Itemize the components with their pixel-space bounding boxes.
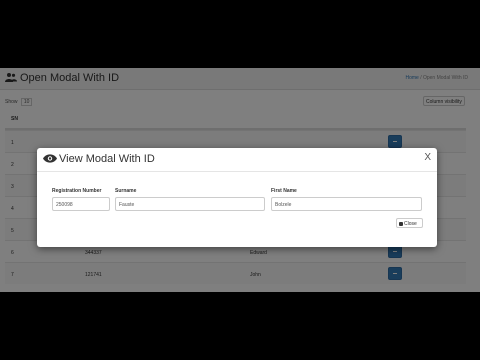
- surname-label: Surname: [115, 188, 137, 194]
- first-name-field[interactable]: Bolzele: [271, 197, 422, 211]
- registration-number-label: Registration Number: [52, 188, 102, 194]
- modal-title: View Modal With ID: [43, 153, 155, 165]
- first-name-label: First Name: [271, 188, 297, 194]
- remove-icon: [399, 222, 403, 226]
- app-window: Open Modal With ID Home / Open Modal Wit…: [0, 68, 480, 292]
- modal-close-x[interactable]: X: [424, 152, 431, 163]
- close-button[interactable]: Close: [396, 218, 423, 228]
- eye-icon: [43, 154, 57, 163]
- view-modal: View Modal With ID X Registration Number…: [37, 148, 437, 247]
- modal-header: View Modal With ID X: [37, 148, 437, 172]
- surname-field[interactable]: Fauste: [115, 197, 265, 211]
- modal-title-text: View Modal With ID: [59, 153, 155, 165]
- close-button-label: Close: [404, 221, 417, 227]
- registration-number-field[interactable]: 250098: [52, 197, 110, 211]
